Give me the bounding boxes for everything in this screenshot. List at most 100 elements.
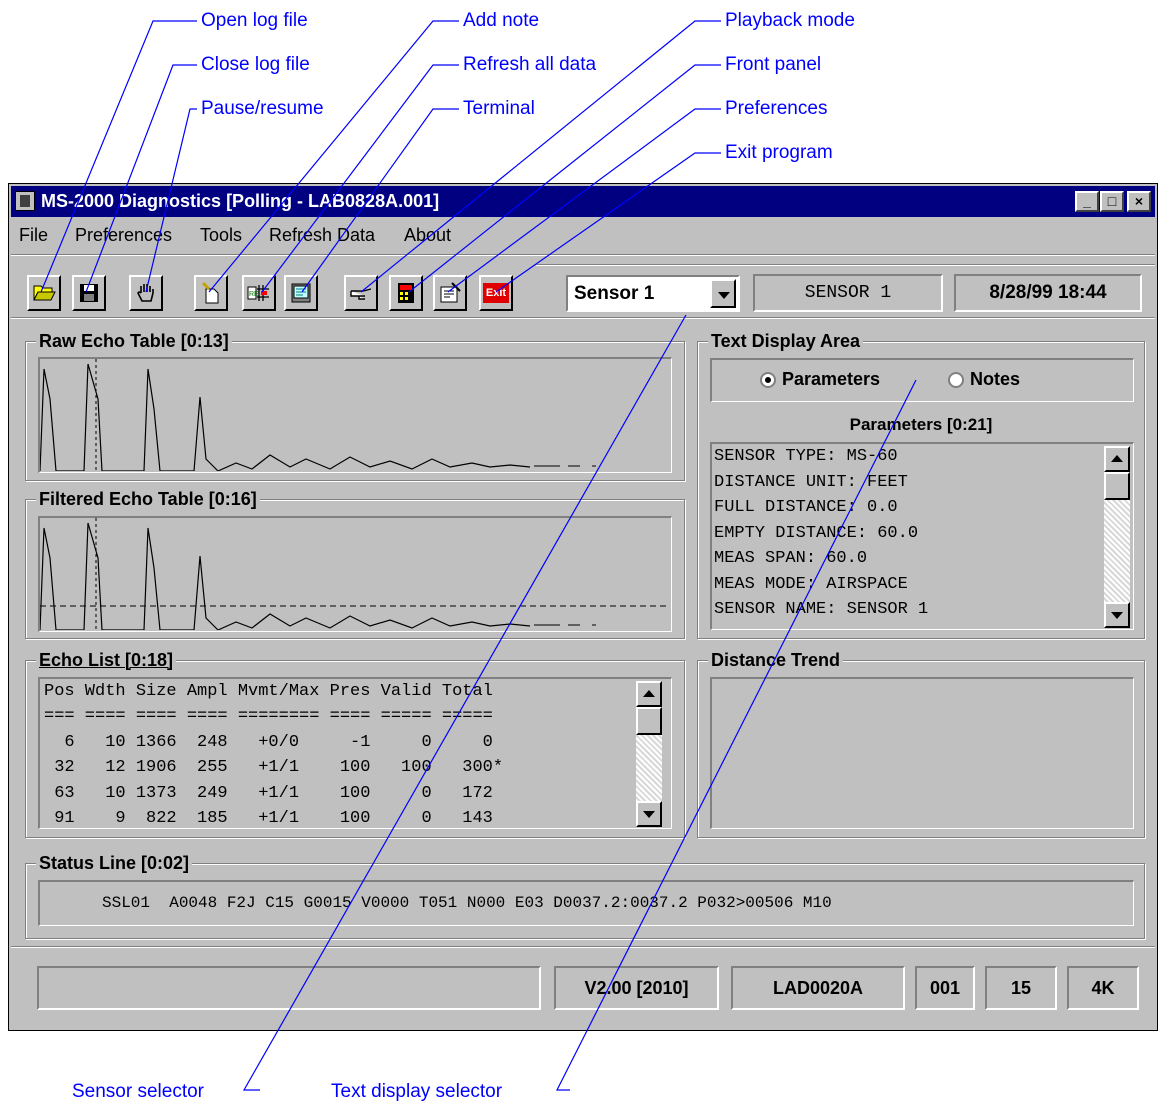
echo-row: 6 10 1366 248 +0/0 -1 0 0 bbox=[44, 733, 493, 752]
exit-button[interactable]: Exit bbox=[479, 275, 513, 311]
datetime-display: 8/28/99 18:44 bbox=[954, 274, 1142, 312]
scroll-down-icon[interactable] bbox=[1104, 602, 1130, 628]
scroll-up-icon[interactable] bbox=[636, 681, 662, 707]
callout-exit-program: Exit program bbox=[725, 142, 833, 163]
menu-file[interactable]: File bbox=[19, 220, 48, 250]
exit-icon: Exit bbox=[483, 283, 509, 303]
parameters-box: SENSOR TYPE: MS-60 DISTANCE UNIT: FEET F… bbox=[710, 442, 1134, 630]
app-icon[interactable] bbox=[15, 191, 35, 211]
callout-pause-resume: Pause/resume bbox=[201, 98, 324, 119]
echo-row: 32 12 1906 255 +1/1 100 100 300* bbox=[44, 758, 504, 777]
window-title: MS-2000 Diagnostics [Polling - LAB0828A.… bbox=[41, 191, 440, 211]
radio-notes-label[interactable]: Notes bbox=[970, 369, 1020, 390]
sensor-selector[interactable]: Sensor 1 bbox=[566, 275, 740, 312]
callout-refresh-all: Refresh all data bbox=[463, 54, 597, 75]
callout-front-panel: Front panel bbox=[725, 54, 822, 75]
menu-tools[interactable]: Tools bbox=[200, 220, 242, 250]
minimize-button[interactable]: _ bbox=[1075, 191, 1099, 212]
echo-list-rule: === ==== ==== ==== ======== ==== ===== =… bbox=[44, 707, 493, 726]
front-panel-button[interactable] bbox=[389, 275, 423, 311]
menu-preferences[interactable]: Preferences bbox=[75, 220, 172, 250]
parameters-title: Parameters [0:21] bbox=[849, 415, 993, 434]
add-note-button[interactable] bbox=[194, 275, 228, 311]
scroll-up-icon[interactable] bbox=[1104, 446, 1130, 472]
floppy-disk-icon bbox=[80, 284, 98, 302]
callout-playback: Playback mode bbox=[725, 10, 855, 31]
statusbar-message bbox=[37, 966, 541, 1010]
callout-close-log: Close log file bbox=[201, 54, 310, 75]
toolbar-separator bbox=[536, 264, 1155, 266]
terminal-button[interactable] bbox=[284, 275, 318, 311]
note-icon bbox=[201, 281, 219, 304]
sensor-name-display: SENSOR 1 bbox=[753, 274, 943, 312]
raw-echo-group: Raw Echo Table [0:13] bbox=[25, 330, 685, 481]
menu-bar: File Preferences Tools Refresh Data Abou… bbox=[11, 220, 1155, 250]
distance-trend-group: Distance Trend bbox=[697, 649, 1145, 838]
echo-row: 63 10 1373 249 +1/1 100 0 172 bbox=[44, 784, 493, 803]
echo-list-title: Echo List [0:18] bbox=[36, 649, 177, 671]
maximize-button[interactable]: □ bbox=[1100, 191, 1124, 212]
text-display-title: Text Display Area bbox=[708, 330, 864, 352]
playback-mode-button[interactable] bbox=[344, 275, 378, 311]
preferences-icon bbox=[440, 282, 461, 303]
preferences-button[interactable] bbox=[433, 275, 467, 311]
scroll-thumb[interactable] bbox=[636, 707, 662, 735]
scroll-down-icon[interactable] bbox=[636, 801, 662, 827]
param-line: MEAS MODE: AIRSPACE bbox=[714, 575, 908, 594]
close-log-button[interactable] bbox=[72, 275, 106, 311]
toolbar-bottom-separator bbox=[11, 317, 1155, 319]
param-line: DISTANCE UNIT: FEET bbox=[714, 473, 908, 492]
statusbar-mem: 4K bbox=[1067, 966, 1139, 1010]
status-line-group: Status Line [0:02] SSL01 A0048 F2J C15 G… bbox=[25, 852, 1145, 939]
radio-parameters[interactable] bbox=[760, 372, 776, 388]
distance-trend-title: Distance Trend bbox=[708, 649, 844, 671]
callout-sensor-selector: Sensor selector bbox=[72, 1081, 205, 1102]
echo-row: 91 9 822 185 +1/1 100 0 143 bbox=[44, 809, 493, 828]
parameters-scrollbar[interactable] bbox=[1104, 446, 1130, 628]
filtered-echo-plot bbox=[38, 516, 672, 632]
param-line: SENSOR TYPE: MS-60 bbox=[714, 447, 898, 466]
echo-list-box: Pos Wdth Size Ampl Mvmt/Max Pres Valid T… bbox=[38, 677, 672, 829]
refresh-data-button[interactable]: RE bbox=[242, 275, 276, 311]
filtered-echo-waveform bbox=[39, 518, 668, 631]
terminal-icon bbox=[291, 283, 311, 303]
filtered-echo-group: Filtered Echo Table [0:16] bbox=[25, 488, 685, 639]
sensor-select-value: Sensor 1 bbox=[574, 283, 655, 304]
distance-trend-plot bbox=[710, 677, 1134, 829]
scroll-thumb[interactable] bbox=[1104, 472, 1130, 500]
echo-list-group: Echo List [0:18] Pos Wdth Size Ampl Mvmt… bbox=[25, 649, 685, 838]
callout-preferences: Preferences bbox=[725, 98, 828, 119]
callout-open-log: Open log file bbox=[201, 10, 308, 31]
raw-echo-waveform bbox=[39, 359, 596, 472]
hand-icon bbox=[137, 284, 154, 302]
param-line: FULL DISTANCE: 0.0 bbox=[714, 498, 898, 517]
status-line-text: SSL01 A0048 F2J C15 G0015 V0000 T051 N00… bbox=[38, 880, 1134, 926]
menu-about[interactable]: About bbox=[404, 220, 451, 250]
radio-notes[interactable] bbox=[948, 372, 964, 388]
raw-echo-title: Raw Echo Table [0:13] bbox=[36, 330, 232, 352]
pause-resume-button[interactable] bbox=[129, 275, 163, 311]
front-panel-icon bbox=[398, 283, 414, 303]
close-button[interactable]: × bbox=[1127, 191, 1151, 212]
menu-separator bbox=[11, 254, 1155, 256]
callout-terminal: Terminal bbox=[463, 98, 535, 119]
app-window: MS-2000 Diagnostics [Polling - LAB0828A.… bbox=[8, 183, 1158, 1031]
statusbar-file: LAD0020A bbox=[731, 966, 905, 1010]
menu-refresh-data[interactable]: Refresh Data bbox=[269, 220, 375, 250]
radio-parameters-label[interactable]: Parameters bbox=[782, 369, 880, 390]
pointing-hand-icon bbox=[350, 288, 372, 300]
open-log-button[interactable] bbox=[27, 275, 61, 311]
text-display-selector: Parameters Notes bbox=[710, 358, 1134, 402]
param-line: MEAS SPAN: 60.0 bbox=[714, 549, 868, 568]
statusbar-count: 15 bbox=[985, 966, 1057, 1010]
callout-add-note: Add note bbox=[463, 10, 540, 31]
chevron-down-icon[interactable] bbox=[710, 279, 736, 308]
text-display-group: Text Display Area Parameters Notes Param… bbox=[697, 330, 1145, 639]
folder-open-icon bbox=[33, 285, 56, 301]
callout-text-display-selector: Text display selector bbox=[331, 1081, 503, 1102]
status-line-title: Status Line [0:02] bbox=[36, 852, 193, 874]
title-bar[interactable]: MS-2000 Diagnostics [Polling - LAB0828A.… bbox=[11, 186, 1155, 217]
echo-list-scrollbar[interactable] bbox=[636, 681, 662, 827]
filtered-echo-title: Filtered Echo Table [0:16] bbox=[36, 488, 260, 510]
echo-list-header: Pos Wdth Size Ampl Mvmt/Max Pres Valid T… bbox=[44, 682, 493, 701]
